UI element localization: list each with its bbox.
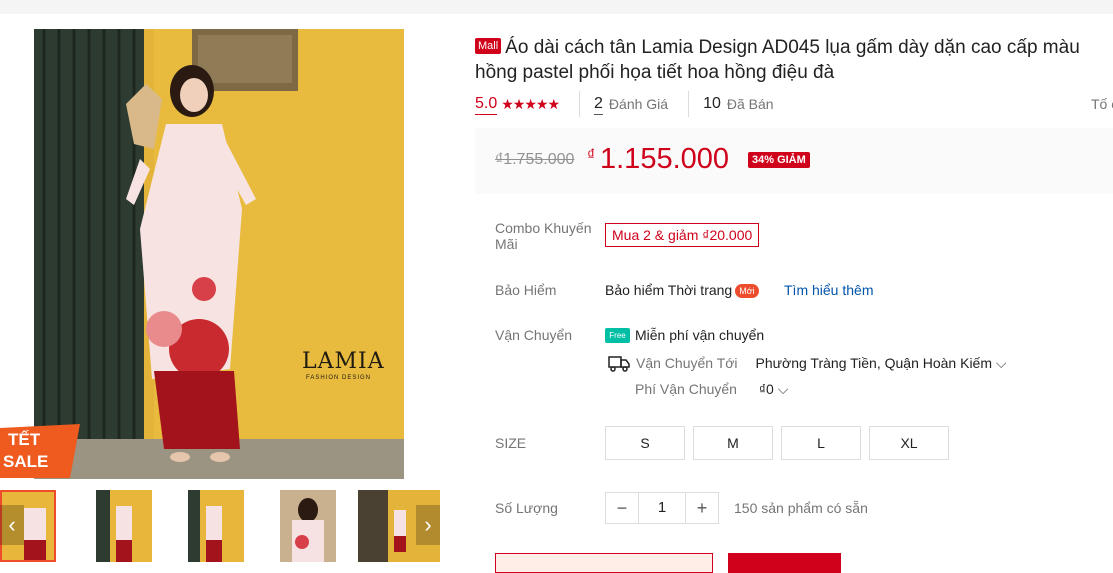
free-shipping-text: Miễn phí vận chuyển (635, 327, 765, 343)
title-line-1: Áo dài cách tân Lamia Design AD045 lụa g… (505, 37, 1080, 58)
size-option-s[interactable]: S (605, 426, 685, 460)
size-option-xl[interactable]: XL (869, 426, 949, 460)
divider (688, 91, 690, 117)
insurance-label: Bảo Hiểm (495, 282, 557, 298)
divider (579, 91, 581, 117)
quantity-stepper: − 1 + (605, 492, 719, 524)
brand-logo: LAMIA (302, 349, 385, 374)
rating-stars: ★★★★★ (501, 95, 560, 112)
discount-badge: 34% GIẢM (748, 152, 810, 168)
rating-row: 5.0 ★★★★★ 2 Đánh Giá 10 Đã Bán (475, 91, 774, 117)
badge-line-1: TẾT (8, 430, 41, 449)
thumbnail-3[interactable] (188, 490, 244, 562)
combo-deal-tag[interactable]: Mua 2 & giảm ₫20.000 (605, 223, 760, 247)
chevron-down-icon: ⌵ (777, 381, 789, 397)
thumbnail-next-arrow[interactable]: › (416, 505, 440, 545)
truck-icon (608, 356, 630, 372)
free-shipping: Free Miễn phí vận chuyển (605, 327, 764, 343)
shipping-fee-value: ₫0 (758, 381, 774, 397)
ship-to-label: Vận Chuyển Tới (636, 355, 738, 371)
add-to-cart-button[interactable] (495, 553, 713, 573)
size-option-l[interactable]: L (781, 426, 861, 460)
shipping-label: Vận Chuyển (495, 327, 573, 343)
quantity-input[interactable]: 1 (638, 493, 686, 523)
insurance-option[interactable]: Bảo hiểm Thời trang Mới (605, 282, 759, 298)
report-link[interactable]: Tố c (1091, 96, 1113, 112)
rating-score[interactable]: 5.0 (475, 94, 498, 115)
sold-label: Đã Bán (726, 96, 774, 112)
learn-more-link[interactable]: Tìm hiểu thêm (784, 282, 873, 298)
shipping-fee-dropdown[interactable]: ₫0 ⌵ (759, 381, 789, 397)
size-label: SIZE (495, 435, 527, 451)
current-price: 1.155.000 (600, 143, 730, 175)
tet-sale-badge: TẾT SALE (0, 424, 90, 478)
brand-subtitle: FASHION DESIGN (306, 375, 372, 381)
chevron-down-icon: ⌵ (995, 354, 1007, 371)
buy-now-button[interactable] (728, 553, 841, 573)
badge-line-2: SALE (3, 452, 49, 471)
stock-available: 150 sản phẩm có sẵn (734, 500, 868, 516)
size-option-m[interactable]: M (693, 426, 773, 460)
main-product-image[interactable]: LAMIA FASHION DESIGN (34, 29, 404, 479)
currency-symbol: ₫ (587, 147, 596, 164)
combo-label: Combo Khuyến Mãi (495, 220, 592, 252)
shipping-fee-row: Phí Vận Chuyển ₫0 ⌵ (635, 381, 788, 398)
insurance-text: Bảo hiểm Thời trang (605, 282, 733, 298)
review-count[interactable]: 2 (594, 94, 603, 115)
new-badge: Mới (735, 284, 759, 298)
increase-quantity-button[interactable]: + (686, 493, 718, 523)
mall-badge: Mall (475, 38, 502, 54)
thumbnail-2[interactable] (96, 490, 152, 562)
ship-to-value: Phường Tràng Tiền, Quận Hoàn Kiếm (755, 354, 993, 371)
decrease-quantity-button[interactable]: − (606, 493, 638, 523)
product-title: Mall Áo dài cách tân Lamia Design AD045 l… (475, 35, 1113, 85)
thumbnail-strip: ‹ › (0, 488, 445, 562)
top-bar (0, 0, 1113, 14)
shipping-fee-label: Phí Vận Chuyển (635, 381, 737, 397)
price-box: ₫1.755.000 ₫ 1.155.000 34% GIẢM (475, 128, 1113, 194)
ship-to-row: Vận Chuyển Tới Phường Tràng Tiền, Quận H… (608, 354, 1007, 372)
free-shipping-icon: Free (605, 327, 630, 343)
thumbnail-4[interactable] (280, 490, 336, 562)
thumbnail-prev-arrow[interactable]: ‹ (0, 505, 24, 545)
original-price: ₫1.755.000 (495, 151, 575, 168)
sold-count: 10 (703, 95, 721, 112)
title-line-2: hồng pastel phối họa tiết hoa hồng điệu … (475, 62, 835, 83)
review-label: Đánh Giá (608, 96, 669, 112)
quantity-label: Số Lượng (495, 500, 558, 516)
ship-to-dropdown[interactable]: Phường Tràng Tiền, Quận Hoàn Kiếm ⌵ (756, 355, 1007, 372)
